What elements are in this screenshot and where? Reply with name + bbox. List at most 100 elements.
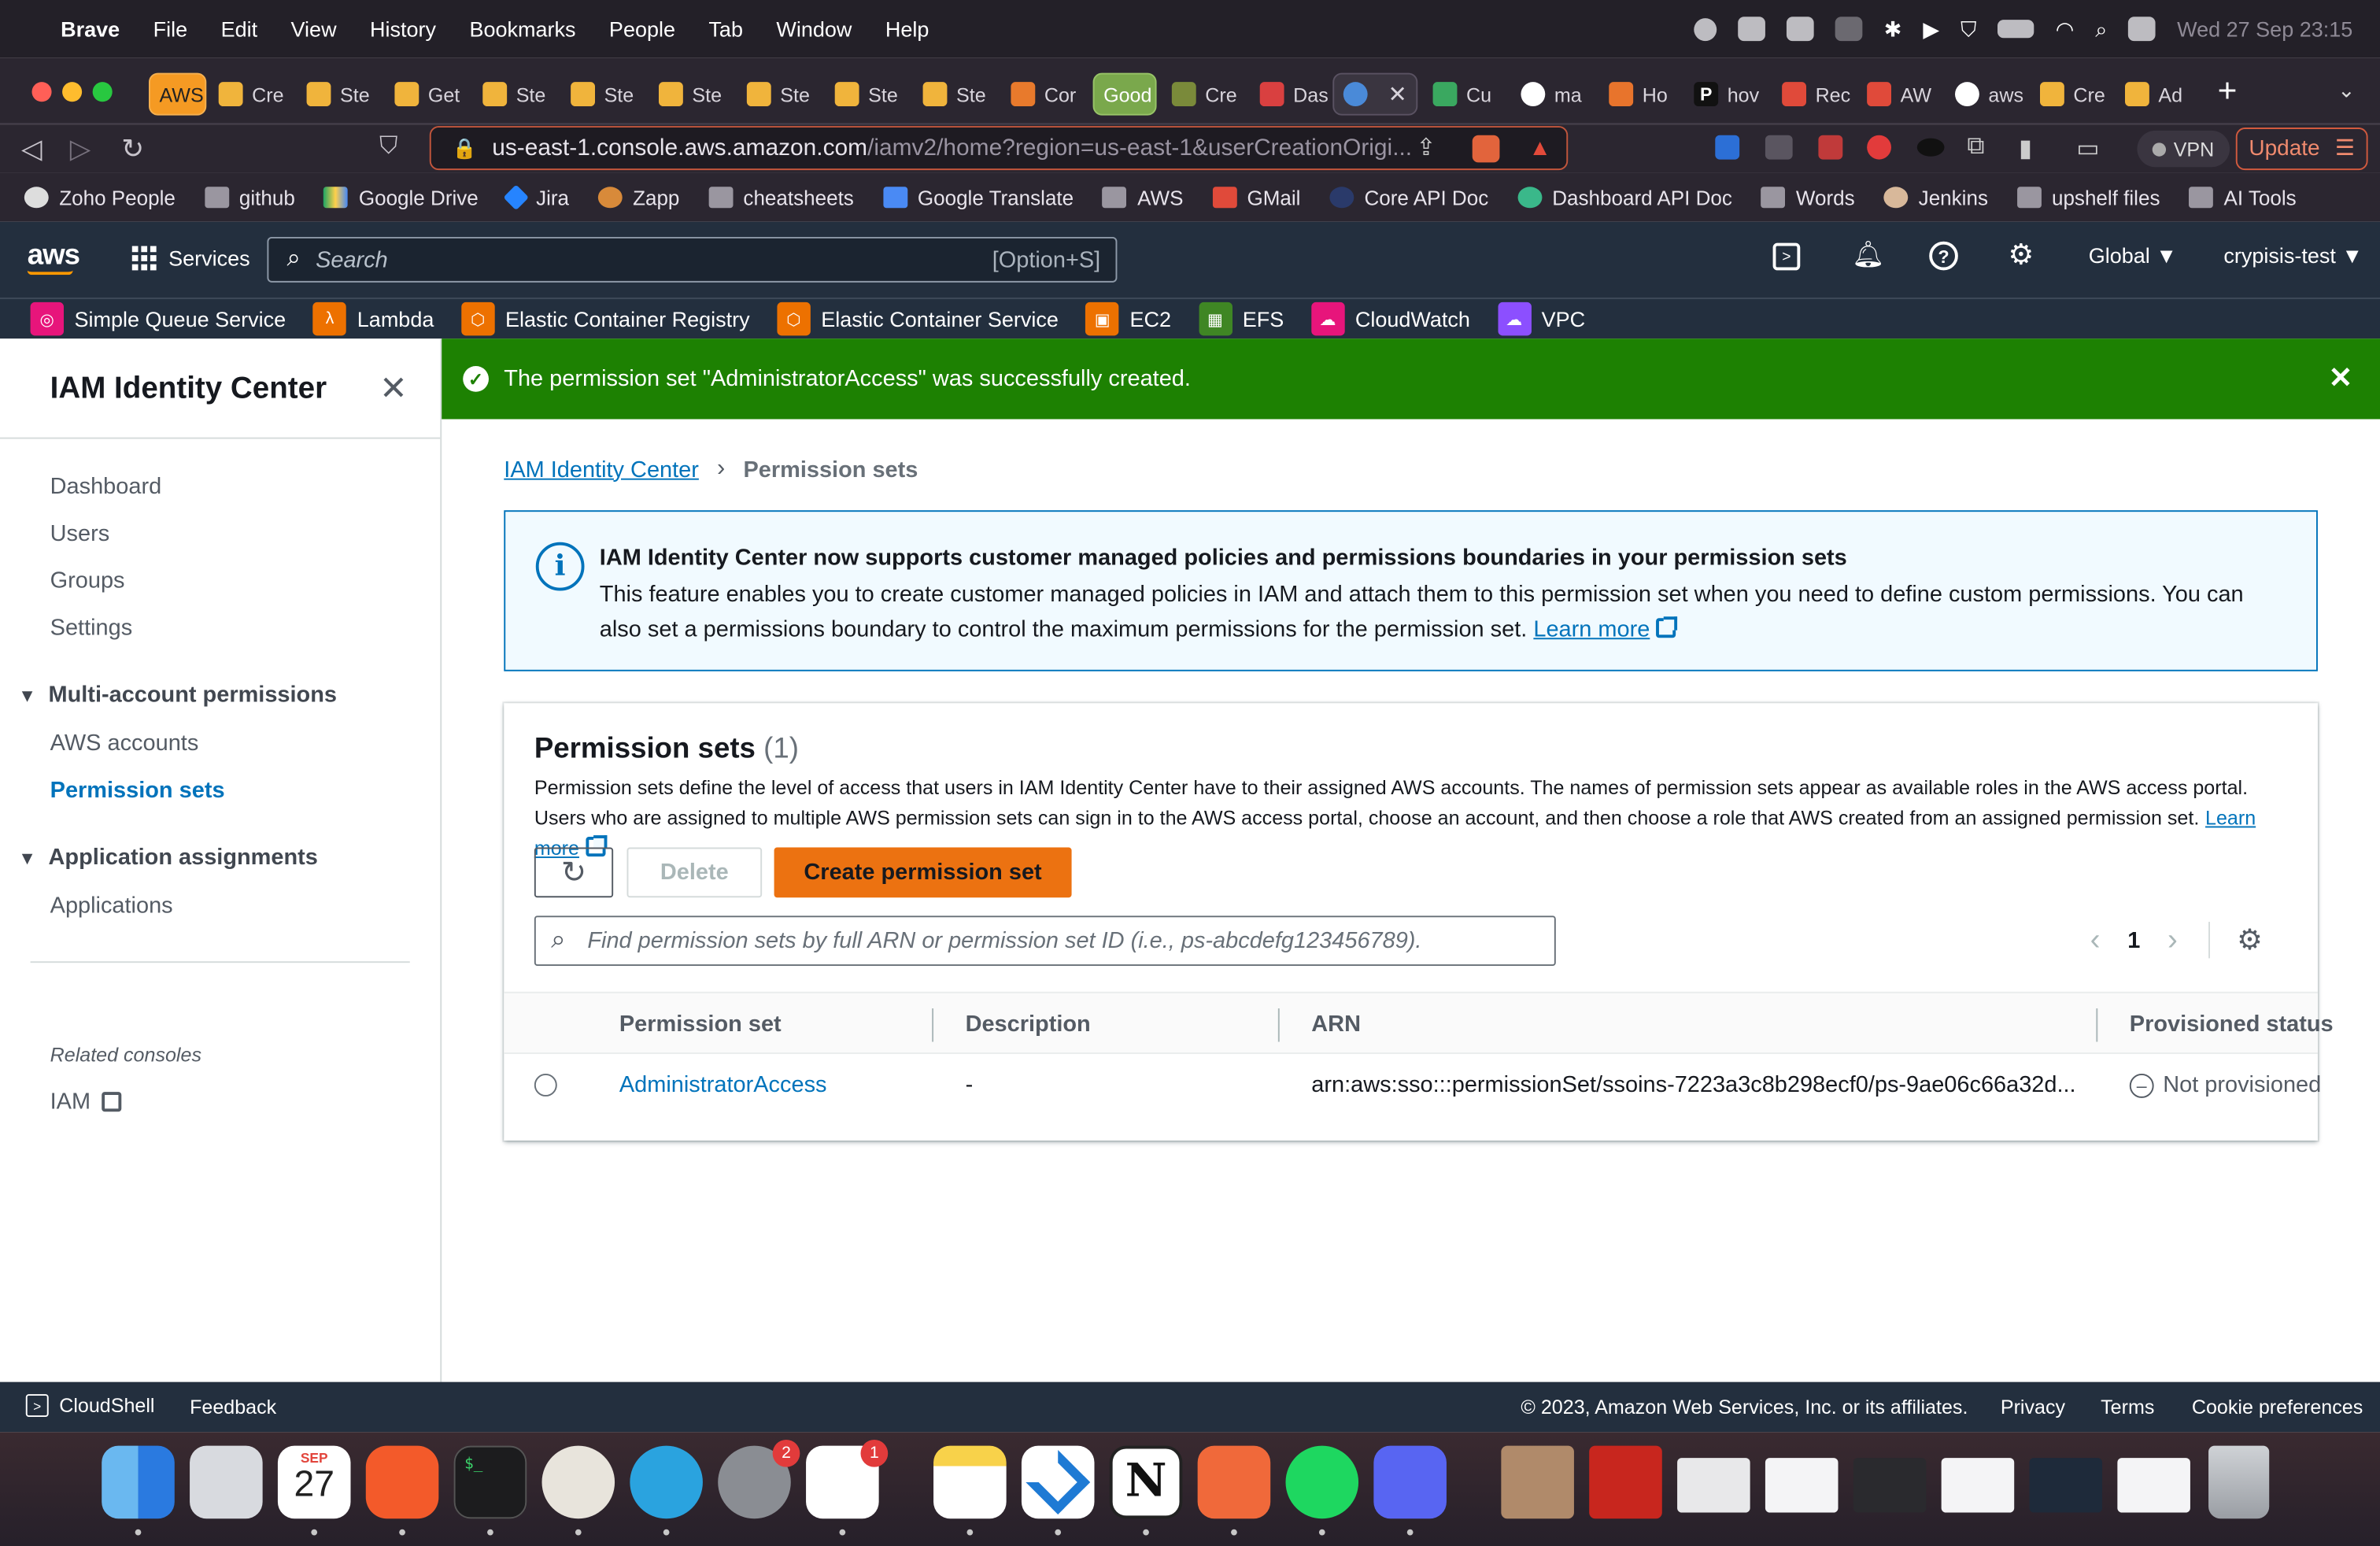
current-page[interactable]: 1 — [2127, 927, 2140, 953]
brave-rewards-icon[interactable]: ▲ — [1528, 135, 1551, 161]
shield-status-icon[interactable]: ⛉ — [1961, 16, 1976, 42]
tab[interactable]: Cor — [1002, 73, 1087, 116]
window-thumbnail-icon[interactable] — [1853, 1458, 1927, 1513]
bookmark-jenkins[interactable]: Jenkins — [1883, 186, 1988, 209]
window-thumbnail-icon[interactable] — [1677, 1458, 1750, 1513]
bookmark-dashboard-api-doc[interactable]: Dashboard API Doc — [1517, 186, 1732, 209]
tab[interactable]: Rec — [1773, 73, 1855, 116]
tab[interactable]: Ste — [474, 73, 559, 116]
menu-history[interactable]: History — [370, 17, 436, 41]
bitwarden-extension-icon[interactable] — [1715, 135, 1740, 160]
fav-simple-queue-service[interactable]: ◎ Simple Queue Service — [30, 301, 286, 336]
aws-search-input[interactable]: ⌕ Search [Option+S] — [267, 236, 1118, 283]
menu-help[interactable]: Help — [885, 17, 929, 41]
nav-permission-sets[interactable]: Permission sets — [50, 778, 225, 804]
notifications-bell-icon[interactable]: 🔔︎ — [1852, 240, 1885, 271]
fav-vpc[interactable]: ☁ VPC — [1497, 301, 1585, 336]
tab[interactable]: Phov — [1685, 73, 1770, 116]
column-divider[interactable] — [932, 1008, 934, 1042]
column-provisioned-status[interactable]: Provisioned status — [2130, 1012, 2334, 1037]
column-description[interactable]: Description — [966, 1012, 1091, 1037]
cloudshell-icon[interactable]: > — [1772, 242, 1801, 271]
cloud-status-icon[interactable] — [1738, 17, 1766, 42]
aws-logo[interactable]: aws — [27, 240, 80, 276]
tab[interactable]: Ste — [737, 73, 822, 116]
tab[interactable]: Cre — [209, 73, 294, 116]
permission-set-name-link[interactable]: AdministratorAccess — [619, 1072, 827, 1098]
postman-icon[interactable] — [1197, 1445, 1271, 1519]
menu-edit[interactable]: Edit — [221, 17, 258, 41]
delete-button[interactable]: Delete — [626, 847, 763, 898]
bookmark-core-api-doc[interactable]: Core API Doc — [1329, 186, 1488, 209]
update-button[interactable]: Update ☰ — [2235, 128, 2368, 171]
notion-icon[interactable]: N — [1109, 1445, 1183, 1519]
calendar-icon[interactable]: SEP 27 — [277, 1445, 351, 1519]
share-icon[interactable]: ⇪ — [1416, 134, 1436, 163]
pdf-document-icon[interactable] — [1589, 1445, 1662, 1519]
window-thumbnail-icon[interactable] — [1941, 1458, 2015, 1513]
tab[interactable]: Ad — [2116, 73, 2197, 116]
finder-icon[interactable] — [102, 1445, 175, 1519]
window-thumbnail-icon[interactable] — [2117, 1458, 2190, 1513]
wifi-icon[interactable]: ◠ — [2056, 16, 2075, 42]
fav-ec2[interactable]: ▣ EC2 — [1085, 301, 1171, 336]
tab[interactable]: Cre — [2031, 73, 2112, 116]
discord-icon[interactable] — [1373, 1445, 1447, 1519]
creative-cloud-icon[interactable] — [1835, 17, 1863, 42]
vscode-icon[interactable] — [1021, 1445, 1095, 1519]
nav-settings[interactable]: Settings — [50, 615, 133, 641]
spotify-icon[interactable] — [1285, 1445, 1359, 1519]
bookmark-ai-tools[interactable]: AI Tools — [2189, 186, 2297, 209]
bookmark-jira[interactable]: Jira — [503, 184, 569, 211]
bookmark-gmail[interactable]: GMail — [1212, 186, 1300, 209]
telegram-icon[interactable] — [630, 1445, 703, 1519]
bookmark-google-translate[interactable]: Google Translate — [882, 186, 1074, 209]
nav-iam-console-link[interactable]: IAM — [50, 1089, 121, 1115]
cloudshell-footer-button[interactable]: > CloudShell — [25, 1394, 155, 1418]
fav-lambda[interactable]: λ Lambda — [312, 301, 434, 336]
nav-dashboard[interactable]: Dashboard — [50, 474, 162, 500]
column-arn[interactable]: ARN — [1311, 1012, 1361, 1037]
terminal-icon[interactable]: $_ — [453, 1445, 527, 1519]
region-selector[interactable]: Global ▼ — [2089, 243, 2177, 268]
menu-file[interactable]: File — [153, 17, 188, 41]
tab[interactable]: Ste — [649, 73, 734, 116]
datetime[interactable]: Wed 27 Sep 23:15 — [2177, 17, 2352, 41]
extension-icon[interactable] — [1765, 135, 1793, 160]
settings-gear-icon[interactable]: ⚙ — [2009, 239, 2034, 273]
menu-tab[interactable]: Tab — [708, 17, 743, 41]
create-permission-set-button[interactable]: Create permission set — [774, 847, 1072, 898]
address-bar[interactable]: 🔒 us-east-1.console.aws.amazon.com/iamv2… — [429, 126, 1569, 171]
nav-groups[interactable]: Groups — [50, 568, 125, 594]
bookmark-upshelf-files[interactable]: upshelf files — [2016, 186, 2160, 209]
control-center-icon[interactable] — [2128, 17, 2156, 42]
cookie-preferences-link[interactable]: Cookie preferences — [2192, 1396, 2363, 1418]
wallet-icon[interactable]: ▭ — [2076, 134, 2099, 165]
photo-thumbnail-icon[interactable] — [1501, 1445, 1574, 1519]
notes-icon[interactable] — [933, 1445, 1007, 1519]
nav-users[interactable]: Users — [50, 521, 110, 547]
menu-window[interactable]: Window — [776, 17, 852, 41]
tab-good[interactable]: Good — [1092, 72, 1157, 116]
tab[interactable]: Ste — [298, 73, 382, 116]
privacy-link[interactable]: Privacy — [2001, 1396, 2065, 1418]
status-circle-icon[interactable] — [1694, 17, 1717, 41]
brave-shields-icon[interactable] — [1472, 134, 1500, 162]
bluetooth-icon[interactable]: ✱ — [1884, 16, 1902, 42]
tab-active[interactable]: ✕ — [1332, 72, 1418, 116]
fav-elastic-container-service[interactable]: ⬡ Elastic Container Service — [777, 301, 1059, 336]
window-thumbnail-icon[interactable] — [2029, 1458, 2103, 1513]
dismiss-banner-icon[interactable]: ✕ — [2329, 361, 2353, 396]
extension-icon[interactable] — [1916, 138, 1945, 157]
window-close-button[interactable] — [31, 82, 52, 102]
forward-arrow-icon[interactable]: ▷ — [70, 134, 91, 166]
bookmark-zoho-people[interactable]: Zoho People — [24, 186, 176, 209]
tab[interactable]: Cre — [1162, 73, 1244, 116]
puzzle-extensions-icon[interactable]: ⧉ — [1967, 134, 1984, 161]
system-settings-icon[interactable]: 2 — [718, 1439, 800, 1519]
tab[interactable]: Ste — [826, 73, 911, 116]
window-minimize-button[interactable] — [62, 82, 83, 102]
spotlight-icon[interactable]: ⌕ — [2095, 16, 2107, 42]
filter-input[interactable]: ⌕ Find permission sets by full ARN or pe… — [534, 915, 1556, 967]
nav-aws-accounts[interactable]: AWS accounts — [50, 730, 199, 756]
